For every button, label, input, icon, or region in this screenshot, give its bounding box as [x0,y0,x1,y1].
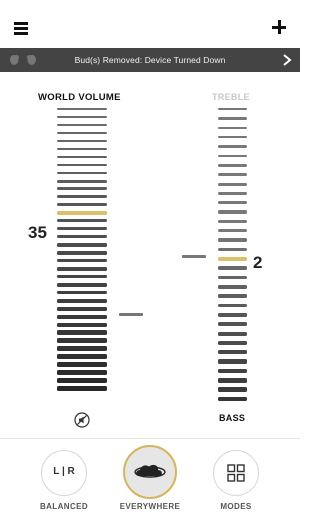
add-icon[interactable] [272,20,286,34]
balance-lr-icon: L | R [53,466,75,477]
slider-tick [218,266,247,270]
world-volume-label: WORLD VOLUME [38,92,121,103]
slider-tick [57,227,107,231]
slider-tick [57,386,107,391]
slider-tick [218,275,247,280]
volume-handle[interactable] [119,313,143,316]
slider-tick [218,303,247,308]
mode-selector: L | R BALANCED EVERYWHERE MODES [0,438,300,518]
slider-tick [57,362,107,367]
slider-tick [57,243,107,247]
slider-tick [218,312,247,317]
everywhere-label: EVERYWHERE [119,502,181,511]
slider-tick [218,238,247,242]
slider-tick [218,201,247,205]
slider-tick [57,251,107,255]
slider-tick [218,173,247,177]
notification-banner[interactable]: Bud(s) Removed: Device Turned Down [0,48,300,72]
slider-tick [57,330,107,335]
slider-tick [218,257,247,261]
eq-value: 2 [253,253,263,272]
slider-tick [218,284,247,289]
slider-tick [57,131,107,135]
slider-tick [218,350,247,355]
slider-tick [57,274,107,279]
world-volume-slider[interactable] [57,108,107,394]
slider-tick [57,306,107,311]
slider-tick [57,266,107,271]
slider-tick [218,378,247,383]
slider-tick [57,211,107,216]
slider-tick [57,163,107,167]
slider-tick [57,338,107,343]
slider-tick [57,139,107,143]
slider-tick [57,290,107,295]
slider-tick [57,203,107,207]
mute-icon[interactable] [74,412,90,428]
slider-tick [218,126,247,130]
slider-tick [57,378,107,383]
top-bar [0,0,300,48]
chevron-right-icon[interactable] [282,54,292,66]
hamburger-menu-icon[interactable] [14,22,28,35]
slider-tick [218,191,247,195]
slider-tick [57,108,107,111]
everywhere-button[interactable] [123,445,177,499]
slider-tick [218,108,247,111]
slider-tick [218,163,247,167]
main-panel: WORLD VOLUME TREBLE 35 2 BASS [0,72,300,438]
slider-tick [218,117,247,120]
slider-tick [57,354,107,359]
slider-tick [57,235,107,239]
slider-tick [218,229,247,233]
treble-label: TREBLE [212,92,250,102]
slider-tick [218,219,247,224]
slider-tick [218,359,247,364]
slider-tick [218,331,247,336]
slider-tick [57,155,107,159]
slider-tick [57,322,107,327]
slider-tick [218,294,247,299]
slider-tick [57,346,107,351]
slider-tick [218,368,247,374]
eq-handle[interactable] [182,255,206,258]
slider-tick [218,145,247,148]
world-volume-value: 35 [28,223,47,242]
slider-tick [57,219,107,223]
slider-tick [57,179,107,183]
modes-label: MODES [220,502,252,511]
slider-tick [57,370,107,375]
slider-tick [218,182,247,186]
slider-tick [57,258,107,263]
slider-tick [218,387,247,392]
slider-tick [218,396,247,402]
slider-tick [218,247,247,252]
slider-tick [57,298,107,303]
slider-tick [218,322,247,327]
slider-tick [218,135,247,139]
slider-tick [57,171,107,175]
slider-tick [57,195,107,199]
balanced-label: BALANCED [39,502,89,511]
slider-tick [57,123,107,127]
bass-label: BASS [219,413,246,423]
banner-text: Bud(s) Removed: Device Turned Down [74,55,226,65]
slider-tick [218,340,247,345]
grid-icon [227,464,245,482]
everywhere-cloud-icon [134,464,166,478]
slider-tick [57,314,107,319]
balanced-button[interactable]: L | R [41,450,87,496]
treble-bass-slider[interactable] [218,108,247,406]
slider-tick [218,154,247,158]
slider-tick [57,147,107,151]
slider-tick [57,115,107,119]
slider-tick [218,210,247,214]
modes-button[interactable] [213,450,259,496]
slider-tick [57,187,107,191]
slider-tick [57,282,107,287]
